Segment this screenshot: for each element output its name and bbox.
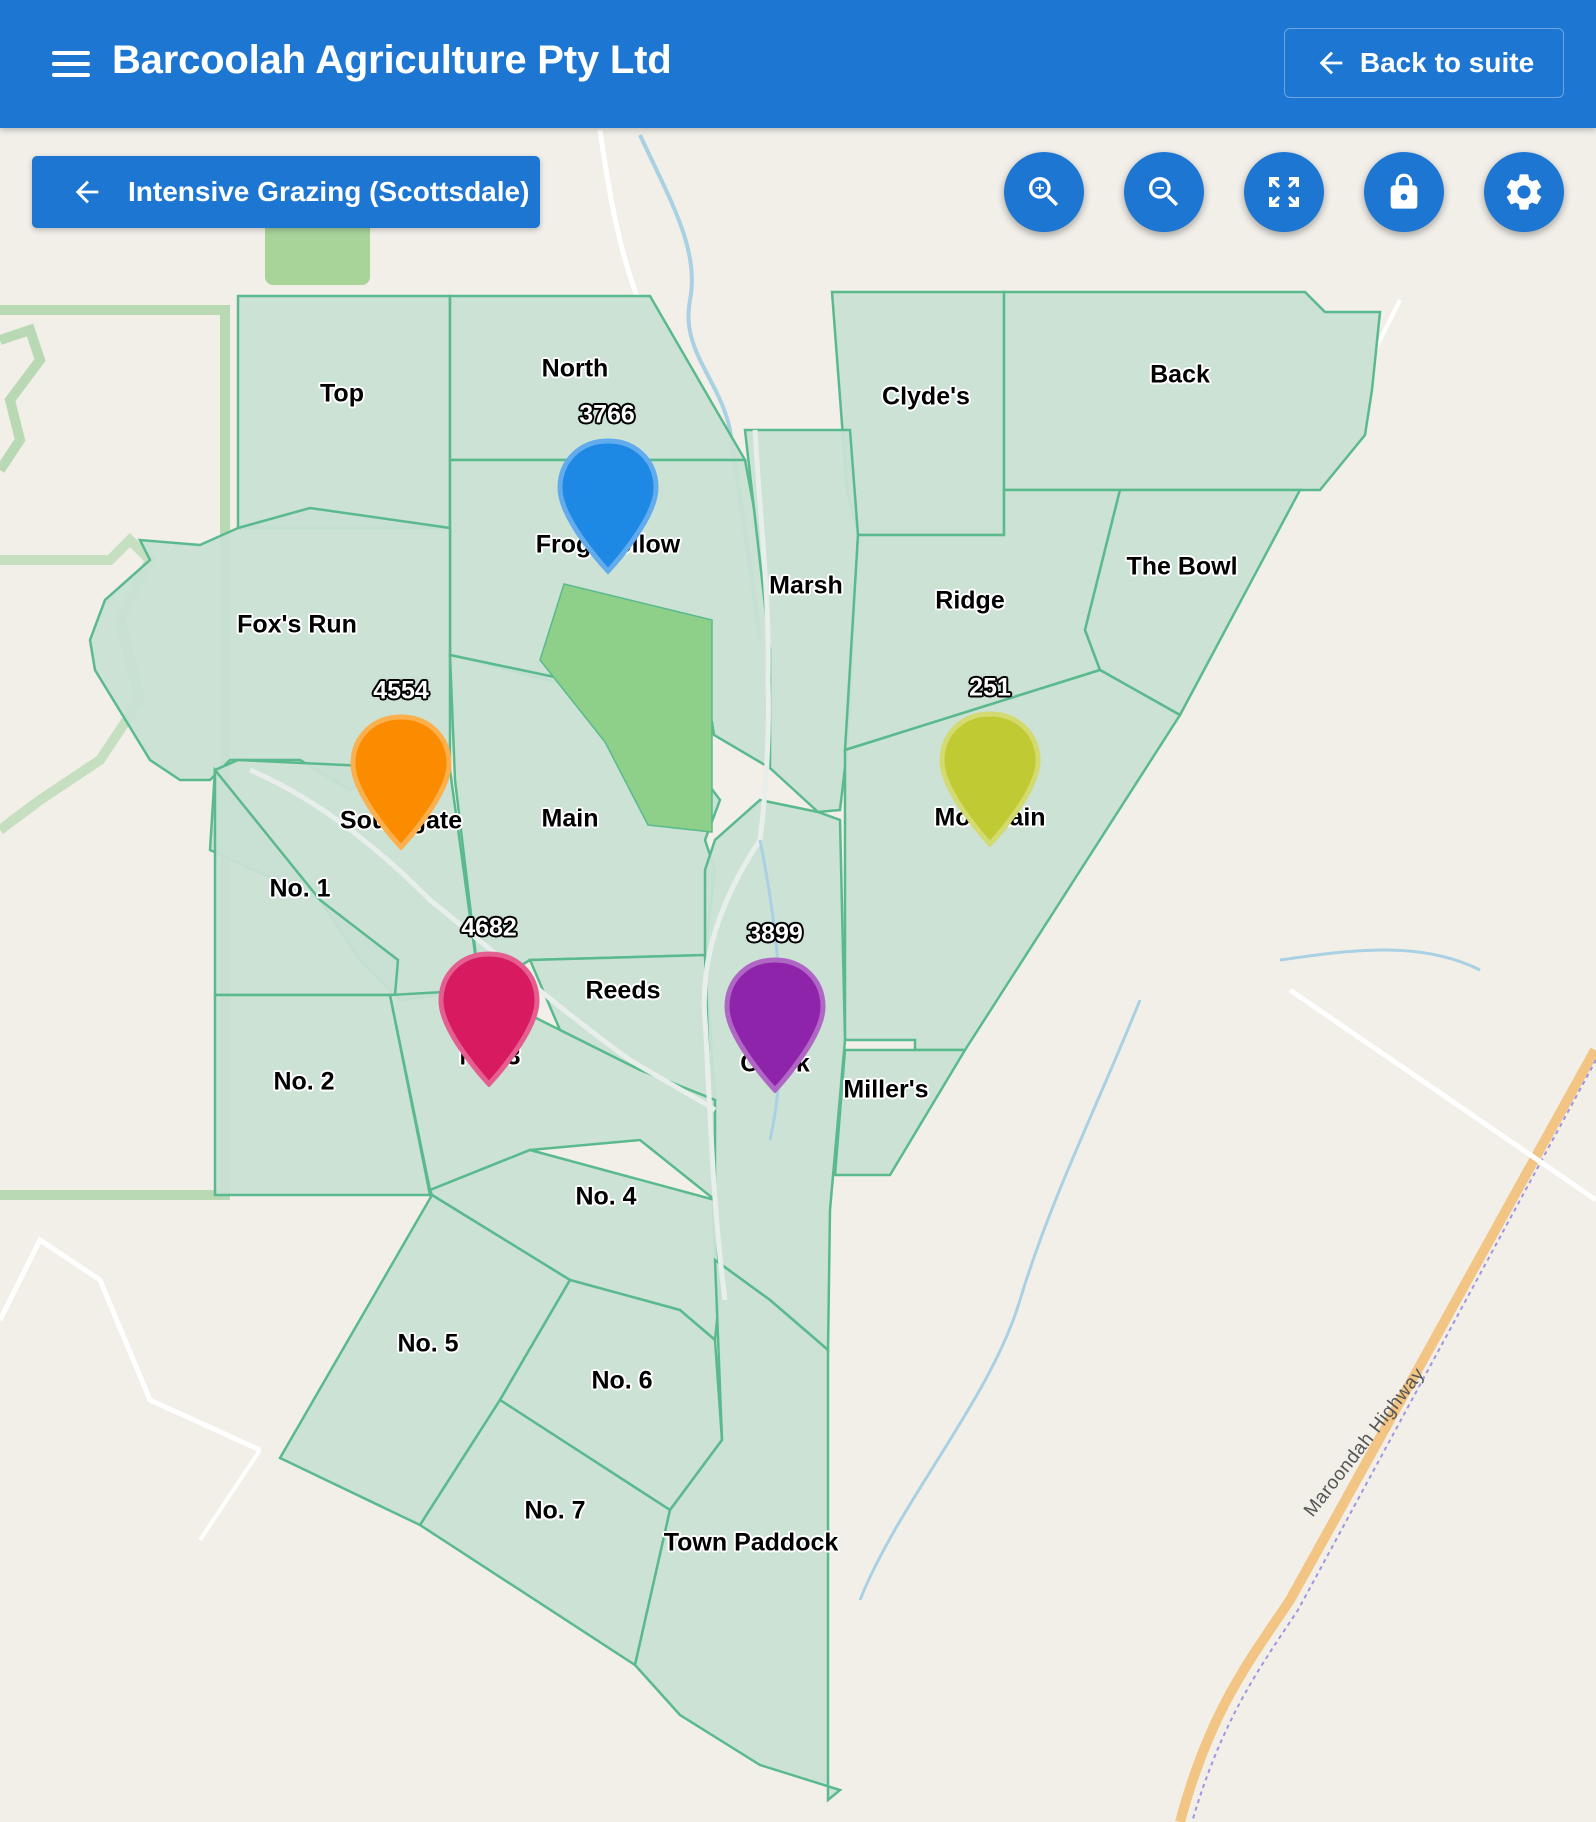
zoom-in-icon xyxy=(1029,177,1059,207)
paddock-group-label: Intensive Grazing (Scottsdale) xyxy=(128,176,530,207)
paddock-label[interactable]: Marsh xyxy=(769,572,843,601)
paddock-label[interactable]: The Bowl xyxy=(1126,553,1237,582)
map-marker-pin[interactable] xyxy=(724,957,826,1093)
paddock-label[interactable]: No. 5 xyxy=(397,1330,458,1359)
map-marker-pin[interactable] xyxy=(438,951,540,1087)
paddock-label[interactable]: Ridge xyxy=(935,587,1004,616)
fullscreen-button[interactable] xyxy=(1244,152,1324,232)
paddock-label[interactable]: Clyde's xyxy=(882,383,970,412)
zoom-in-button[interactable] xyxy=(1004,152,1084,232)
arrow-left-icon xyxy=(1319,51,1343,75)
paddock-label[interactable]: No. 6 xyxy=(591,1367,652,1396)
paddock-label[interactable]: Reeds xyxy=(585,977,660,1006)
paddock-label[interactable]: Miller's xyxy=(843,1076,928,1105)
lock-icon xyxy=(1390,173,1418,209)
map-marker-pin[interactable] xyxy=(350,714,452,850)
paddock-label[interactable]: No. 7 xyxy=(524,1497,585,1526)
zoom-out-button[interactable] xyxy=(1124,152,1204,232)
marker-count: 4554 xyxy=(373,676,429,705)
paddock-label[interactable]: No. 2 xyxy=(273,1068,334,1097)
app-bar: Barcoolah Agriculture Pty Ltd Back to su… xyxy=(0,0,1596,128)
paddock-label[interactable]: Top xyxy=(320,380,364,409)
fullscreen-icon xyxy=(1269,177,1299,207)
lock-button[interactable] xyxy=(1364,152,1444,232)
paddock-label[interactable]: North xyxy=(542,355,609,384)
back-to-suite-button[interactable]: Back to suite xyxy=(1284,28,1564,98)
marker-count: 3766 xyxy=(579,400,635,429)
paddock-label[interactable]: Main xyxy=(542,805,599,834)
settings-icon xyxy=(1506,174,1542,210)
paddock-label[interactable]: No. 1 xyxy=(269,875,330,904)
paddock-label[interactable]: Town Paddock xyxy=(664,1529,839,1558)
marker-count: 4682 xyxy=(461,913,517,942)
marker-count: 251 xyxy=(969,673,1011,702)
app-title: Barcoolah Agriculture Pty Ltd xyxy=(112,38,672,82)
back-to-suite-label: Back to suite xyxy=(1359,47,1535,78)
paddock-label[interactable]: Back xyxy=(1150,361,1210,390)
paddock-label[interactable]: Fox's Run xyxy=(237,611,357,640)
paddock-label[interactable]: No. 4 xyxy=(575,1183,636,1212)
map-marker-pin[interactable] xyxy=(557,438,659,574)
marker-count: 3899 xyxy=(747,919,803,948)
menu-icon[interactable] xyxy=(46,44,96,84)
zoom-out-icon xyxy=(1149,177,1179,207)
map-marker-pin[interactable] xyxy=(939,711,1041,847)
arrow-left-icon xyxy=(75,180,99,204)
paddock-group-button[interactable]: Intensive Grazing (Scottsdale) xyxy=(32,156,540,228)
settings-button[interactable] xyxy=(1484,152,1564,232)
